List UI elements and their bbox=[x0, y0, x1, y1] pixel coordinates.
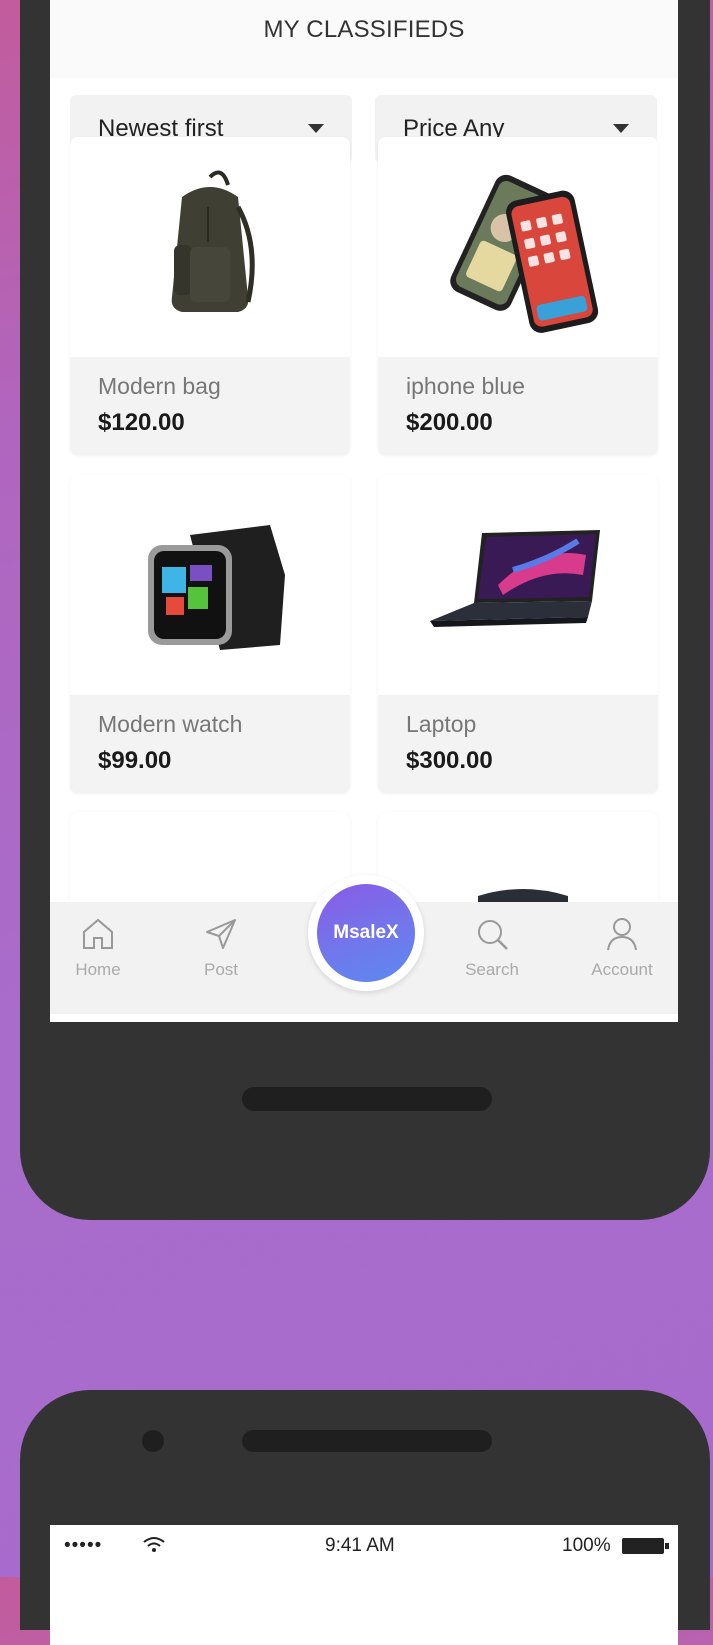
tab-search-label: Search bbox=[465, 960, 519, 979]
listing-price: $120.00 bbox=[98, 409, 185, 436]
listing-price: $300.00 bbox=[406, 747, 493, 774]
signal-dots: ••••• bbox=[64, 1535, 103, 1556]
app-screen-2: ••••• 9:41 AM 100% bbox=[50, 1525, 678, 1645]
listing-price: $200.00 bbox=[406, 409, 493, 436]
listing-name: iphone blue bbox=[406, 373, 525, 399]
listing-card[interactable]: Modern watch $99.00 bbox=[70, 475, 350, 793]
listing-card[interactable]: Laptop $300.00 bbox=[378, 475, 658, 793]
speaker-grill bbox=[242, 1430, 492, 1452]
phone-frame-bottom: ••••• 9:41 AM 100% bbox=[20, 1390, 710, 1645]
smartphones-image bbox=[378, 137, 658, 357]
tab-post-label: Post bbox=[203, 960, 239, 979]
tab-account[interactable]: Account bbox=[577, 902, 667, 1014]
tab-search[interactable]: Search bbox=[447, 902, 537, 1014]
listing-name: Modern bag bbox=[98, 373, 221, 399]
caret-down-icon bbox=[308, 124, 324, 133]
camera-dot bbox=[142, 1430, 164, 1452]
tab-account-label: Account bbox=[591, 960, 653, 979]
caret-down-icon bbox=[613, 124, 629, 133]
wifi-icon bbox=[143, 1537, 165, 1552]
listing-name: Laptop bbox=[406, 711, 477, 737]
battery-icon bbox=[622, 1538, 669, 1554]
listing-card[interactable]: iphone blue $200.00 bbox=[378, 137, 658, 455]
listing-price: $99.00 bbox=[98, 747, 172, 774]
tab-home-label: Home bbox=[75, 960, 121, 979]
phone-frame-top: MY CLASSIFIEDS Newest first Price Any Mo… bbox=[20, 0, 710, 1220]
tab-home[interactable]: Home bbox=[53, 902, 143, 1014]
backpack-image bbox=[70, 137, 350, 357]
search-icon bbox=[478, 920, 508, 950]
laptop-image bbox=[378, 475, 658, 695]
send-icon bbox=[206, 919, 236, 949]
msalex-center-button[interactable]: MsaleX bbox=[308, 875, 424, 991]
smartwatch-image bbox=[70, 475, 350, 695]
app-screen: MY CLASSIFIEDS Newest first Price Any Mo… bbox=[50, 0, 678, 1022]
page-title: MY CLASSIFIEDS bbox=[263, 16, 465, 43]
listing-name: Modern watch bbox=[98, 711, 243, 737]
app-header: MY CLASSIFIEDS bbox=[50, 0, 678, 78]
status-time: 9:41 AM bbox=[325, 1535, 395, 1556]
msalex-logo: MsaleX bbox=[317, 884, 415, 982]
home-indicator bbox=[242, 1087, 492, 1111]
battery-percent: 100% bbox=[562, 1535, 611, 1556]
tab-post[interactable]: Post bbox=[176, 902, 266, 1014]
user-icon bbox=[607, 918, 637, 951]
home-icon bbox=[83, 918, 113, 949]
listing-card[interactable]: Modern bag $120.00 bbox=[70, 137, 350, 455]
